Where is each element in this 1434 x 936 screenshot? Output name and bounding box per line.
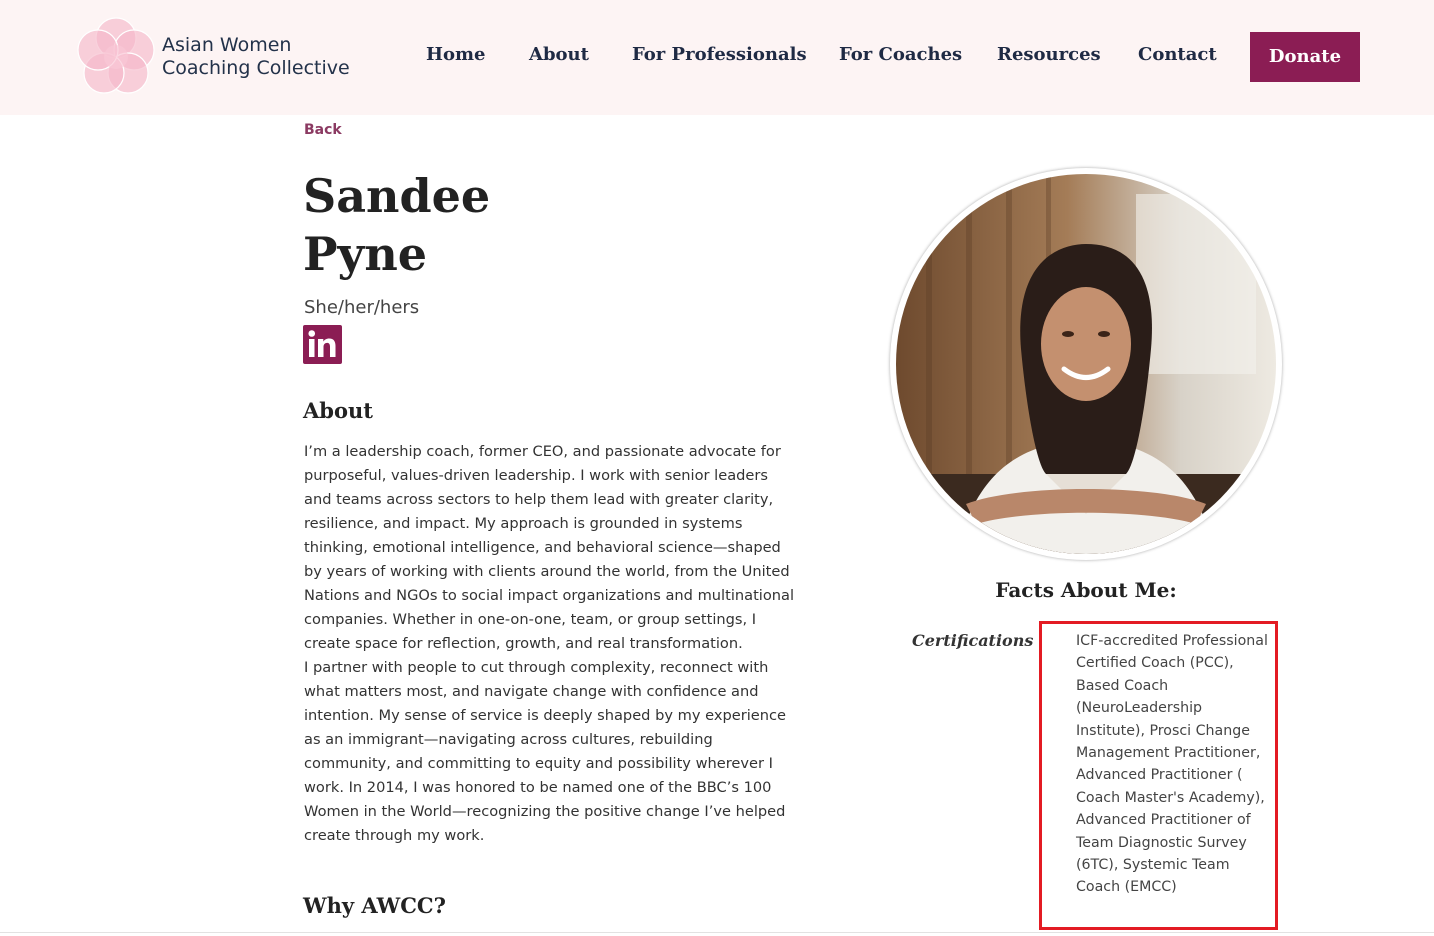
nav-about[interactable]: About: [529, 44, 589, 65]
profile-first-name: Sandee: [303, 169, 491, 223]
about-heading: About: [303, 398, 373, 423]
facts-heading: Facts About Me:: [995, 578, 1177, 602]
about-paragraph: I’m a leadership coach, former CEO, and …: [304, 443, 795, 652]
nav-resources[interactable]: Resources: [997, 44, 1101, 65]
certifications-highlight-box: ICF-accredited Professional Certified Co…: [1039, 621, 1278, 930]
profile-last-name: Pyne: [303, 227, 428, 281]
linkedin-icon[interactable]: [303, 325, 342, 364]
certifications-label: Certifications: [912, 631, 1034, 650]
back-link[interactable]: Back: [304, 122, 342, 138]
profile-name: Sandee Pyne: [303, 167, 490, 283]
donate-button[interactable]: Donate: [1250, 32, 1360, 82]
profile-photo-image: [896, 174, 1276, 554]
site-header: Asian Women Coaching Collective Home Abo…: [0, 0, 1434, 115]
profile-pronouns: She/her/hers: [304, 297, 420, 318]
nav-contact[interactable]: Contact: [1138, 44, 1217, 65]
site-name-line1: Asian Women: [162, 34, 292, 56]
about-body: I’m a leadership coach, former CEO, and …: [304, 440, 796, 848]
flower-logo-icon[interactable]: [76, 17, 156, 97]
why-awcc-heading: Why AWCC?: [303, 893, 446, 918]
site-name-line2: Coaching Collective: [162, 57, 350, 79]
certifications-value: ICF-accredited Professional Certified Co…: [1076, 633, 1268, 896]
profile-photo: [890, 168, 1282, 560]
nav-home[interactable]: Home: [426, 44, 486, 65]
site-name-link[interactable]: Asian Women Coaching Collective: [162, 34, 350, 80]
nav-for-coaches[interactable]: For Coaches: [839, 44, 962, 65]
bottom-divider: [0, 932, 1434, 933]
about-paragraph: I partner with people to cut through com…: [304, 659, 786, 844]
nav-for-professionals[interactable]: For Professionals: [632, 44, 807, 65]
